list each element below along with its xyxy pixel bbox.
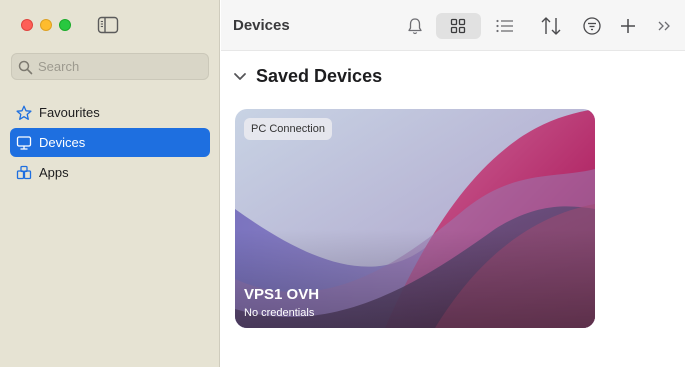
chevrons-right-icon[interactable] xyxy=(656,13,672,39)
apps-icon xyxy=(16,165,32,180)
close-window-button[interactable] xyxy=(21,19,33,31)
search-input[interactable] xyxy=(38,57,198,76)
sidebar-item-label: Devices xyxy=(39,135,86,150)
zoom-window-button[interactable] xyxy=(59,19,71,31)
device-card[interactable]: PC Connection VPS1 OVH No credentials xyxy=(235,109,595,328)
minimize-window-button[interactable] xyxy=(40,19,52,31)
device-name: VPS1 OVH xyxy=(244,286,320,303)
section-title: Saved Devices xyxy=(256,66,383,86)
sidebar-item-label: Favourites xyxy=(39,105,100,120)
grid-view-button[interactable] xyxy=(436,13,481,39)
device-credentials-status: No credentials xyxy=(244,307,315,319)
grid-view-icon xyxy=(450,18,466,34)
search-icon xyxy=(18,60,33,75)
sidebar-item-devices[interactable]: Devices xyxy=(10,128,210,157)
sidebar-toggle-icon[interactable] xyxy=(97,16,119,34)
list-view-icon[interactable] xyxy=(495,13,515,39)
sidebar-item-apps[interactable]: Apps xyxy=(10,158,210,187)
sidebar-item-favourites[interactable]: Favourites xyxy=(10,98,210,127)
connection-type-badge: PC Connection xyxy=(244,118,332,140)
filter-icon[interactable] xyxy=(582,13,602,39)
main-content: Devices Saved Devices PC Connection VPS1… xyxy=(221,0,685,367)
monitor-icon xyxy=(16,136,32,150)
star-icon xyxy=(16,105,32,120)
sidebar: Favourites Devices Apps xyxy=(0,0,220,367)
plus-icon[interactable] xyxy=(619,13,637,39)
bell-icon[interactable] xyxy=(406,13,424,39)
toolbar: Devices xyxy=(221,0,685,51)
search-field[interactable] xyxy=(11,53,209,80)
sidebar-item-label: Apps xyxy=(39,165,69,180)
sort-icon[interactable] xyxy=(540,13,562,39)
page-title: Devices xyxy=(233,17,290,34)
chevron-down-icon[interactable] xyxy=(233,71,247,83)
